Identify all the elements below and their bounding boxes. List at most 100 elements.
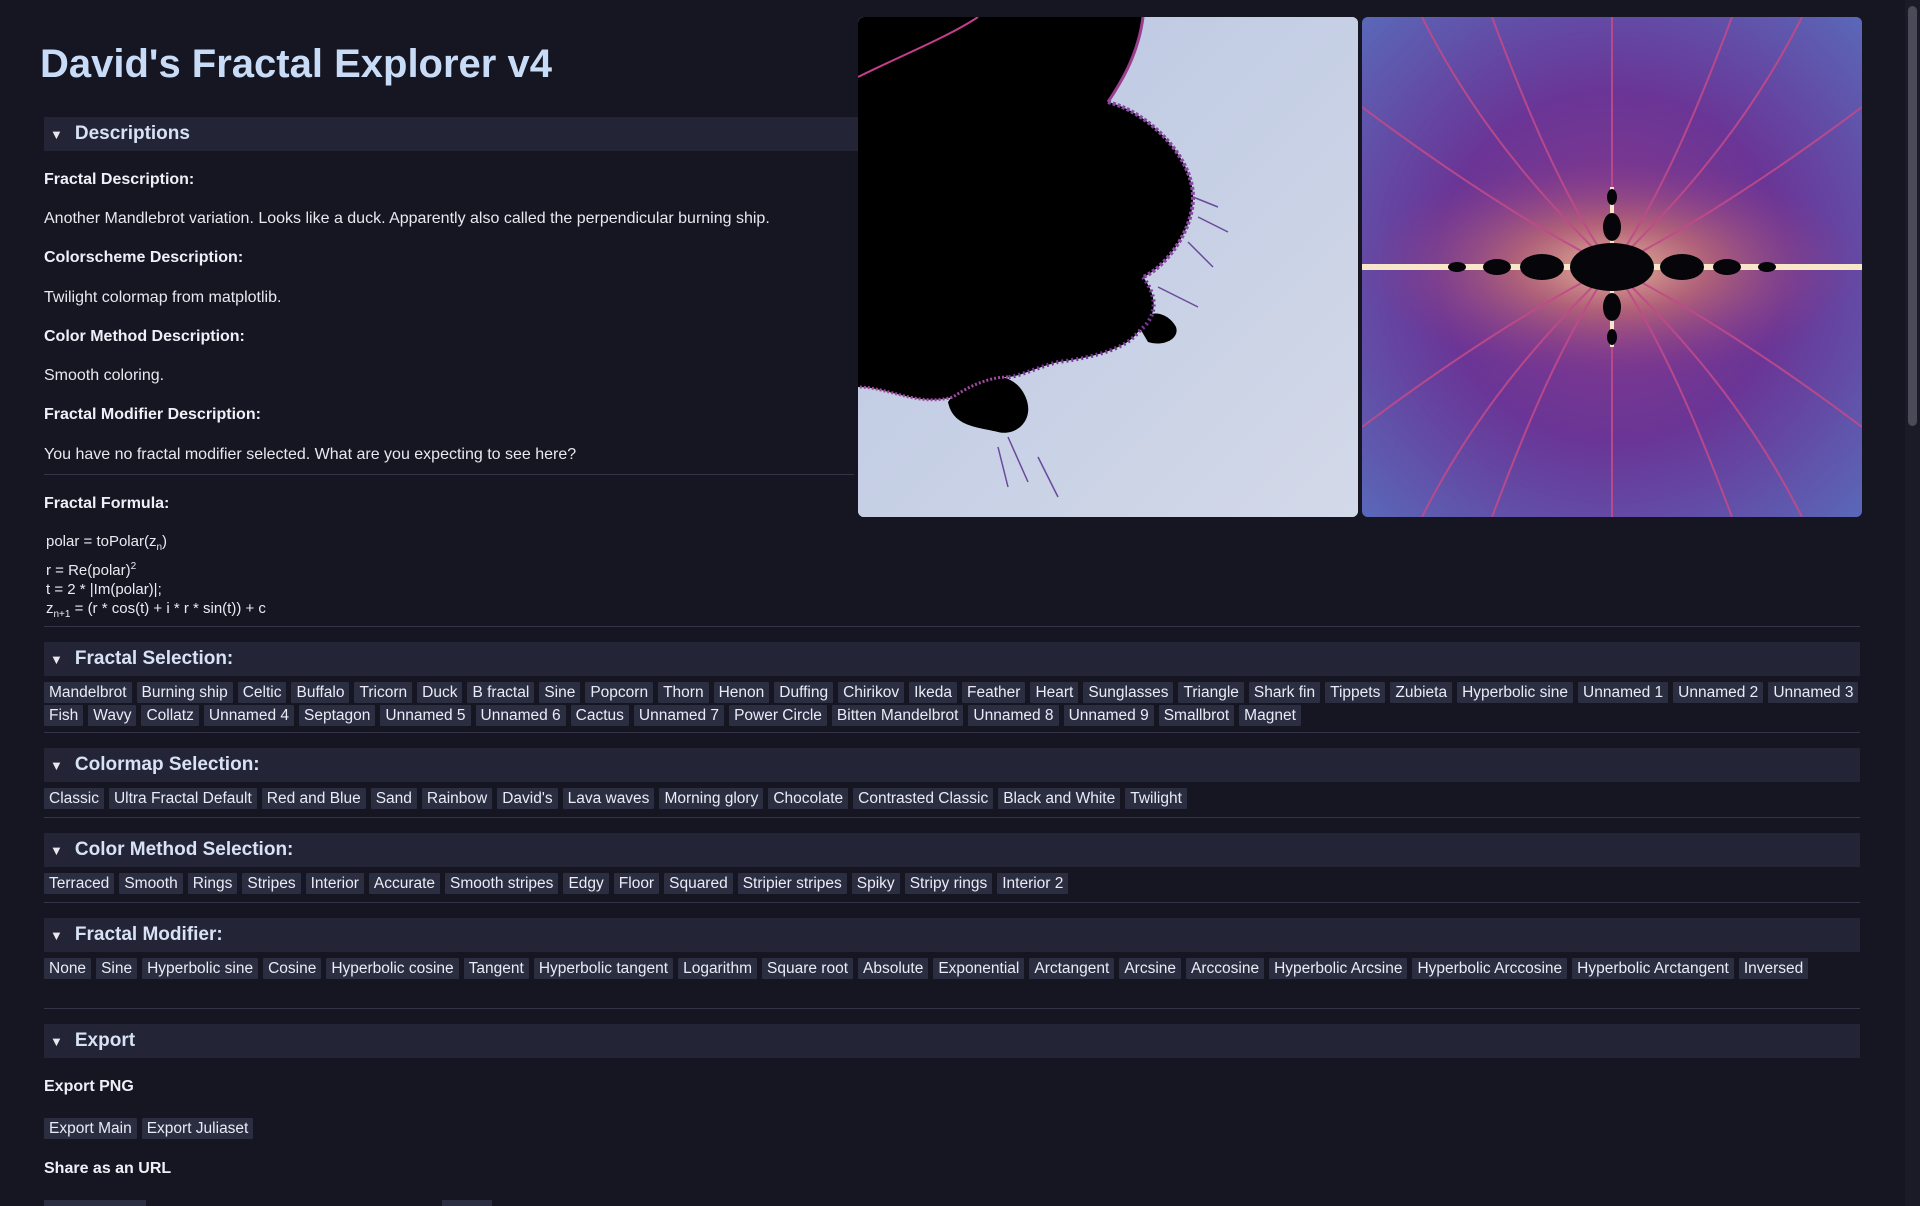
fractal-button-burning-ship[interactable]: Burning ship — [136, 682, 233, 703]
fractal-button-henon[interactable]: Henon — [713, 682, 770, 703]
modifier-button-cosine[interactable]: Cosine — [263, 958, 322, 979]
share-url-field[interactable] — [44, 1200, 146, 1206]
fractal-button-unnamed-9[interactable]: Unnamed 9 — [1063, 705, 1154, 726]
copy-url-button[interactable] — [442, 1200, 492, 1206]
fractal-button-tricorn[interactable]: Tricorn — [354, 682, 413, 703]
fractal-button-unnamed-1[interactable]: Unnamed 1 — [1578, 682, 1669, 703]
vertical-scrollbar[interactable] — [1905, 0, 1920, 1206]
color-method-button-accurate[interactable]: Accurate — [368, 873, 441, 894]
color-method-button-terraced[interactable]: Terraced — [44, 873, 115, 894]
color-method-button-spiky[interactable]: Spiky — [851, 873, 900, 894]
modifier-button-hyperbolic-cosine[interactable]: Hyperbolic cosine — [326, 958, 459, 979]
color-method-button-interior[interactable]: Interior — [305, 873, 364, 894]
modifier-button-arctangent[interactable]: Arctangent — [1029, 958, 1115, 979]
fractal-button-chirikov[interactable]: Chirikov — [838, 682, 905, 703]
page: David's Fractal Explorer v4 ▼ Descriptio… — [0, 0, 1905, 1206]
fractal-button-sine[interactable]: Sine — [539, 682, 581, 703]
color-method-button-floor[interactable]: Floor — [613, 873, 660, 894]
modifier-button-absolute[interactable]: Absolute — [858, 958, 929, 979]
modifier-button-none[interactable]: None — [44, 958, 92, 979]
fractal-button-unnamed-8[interactable]: Unnamed 8 — [968, 705, 1059, 726]
color-method-button-rings[interactable]: Rings — [187, 873, 238, 894]
color-method-button-stripier-stripes[interactable]: Stripier stripes — [737, 873, 847, 894]
fractal-button-power-circle[interactable]: Power Circle — [729, 705, 827, 726]
descriptions-header[interactable]: ▼ Descriptions — [44, 117, 858, 151]
modifier-button-hyperbolic-arctangent[interactable]: Hyperbolic Arctangent — [1572, 958, 1734, 979]
fractal-button-hyperbolic-sine[interactable]: Hyperbolic sine — [1457, 682, 1574, 703]
fractal-button-b-fractal[interactable]: B fractal — [467, 682, 535, 703]
fractal-button-thorn[interactable]: Thorn — [658, 682, 709, 703]
fractal-button-buffalo[interactable]: Buffalo — [291, 682, 350, 703]
fractal-button-shark-fin[interactable]: Shark fin — [1248, 682, 1321, 703]
fractal-button-magnet[interactable]: Magnet — [1239, 705, 1301, 726]
fractal-button-smallbrot[interactable]: Smallbrot — [1158, 705, 1235, 726]
scrollbar-thumb[interactable] — [1908, 6, 1917, 426]
fractal-button-unnamed-6[interactable]: Unnamed 6 — [475, 705, 566, 726]
color-method-button-squared[interactable]: Squared — [664, 873, 733, 894]
fractal-button-unnamed-2[interactable]: Unnamed 2 — [1673, 682, 1764, 703]
fractal-button-septagon[interactable]: Septagon — [299, 705, 376, 726]
modifier-button-square-root[interactable]: Square root — [762, 958, 854, 979]
colormap-selection-header[interactable]: ▼ Colormap Selection: — [44, 748, 1860, 782]
colormap-button-twilight[interactable]: Twilight — [1125, 788, 1187, 809]
fractal-button-fish[interactable]: Fish — [44, 705, 84, 726]
export-juliaset-button[interactable]: Export Juliaset — [141, 1118, 254, 1139]
main-fractal-canvas[interactable] — [858, 17, 1358, 517]
colormap-button-contrasted-classic[interactable]: Contrasted Classic — [853, 788, 994, 809]
colormap-button-david-s[interactable]: David's — [497, 788, 558, 809]
fractal-selection-header[interactable]: ▼ Fractal Selection: — [44, 642, 1860, 676]
export-header[interactable]: ▼ Export — [44, 1024, 1860, 1058]
colormap-button-lava-waves[interactable]: Lava waves — [562, 788, 655, 809]
fractal-button-feather[interactable]: Feather — [962, 682, 1026, 703]
fractal-button-unnamed-7[interactable]: Unnamed 7 — [633, 705, 725, 726]
fractal-button-ikeda[interactable]: Ikeda — [909, 682, 958, 703]
modifier-button-exponential[interactable]: Exponential — [933, 958, 1025, 979]
fractal-button-bitten-mandelbrot[interactable]: Bitten Mandelbrot — [831, 705, 964, 726]
colormap-button-classic[interactable]: Classic — [44, 788, 104, 809]
fractal-button-collatz[interactable]: Collatz — [141, 705, 199, 726]
color-method-button-stripes[interactable]: Stripes — [242, 873, 301, 894]
fractal-button-wavy[interactable]: Wavy — [88, 705, 137, 726]
colormap-button-red-and-blue[interactable]: Red and Blue — [261, 788, 366, 809]
modifier-button-hyperbolic-tangent[interactable]: Hyperbolic tangent — [533, 958, 674, 979]
modifier-button-hyperbolic-arcsine[interactable]: Hyperbolic Arcsine — [1269, 958, 1408, 979]
fractal-button-tippets[interactable]: Tippets — [1325, 682, 1386, 703]
export-buttons: Export Main Export Juliaset — [44, 1118, 258, 1141]
julia-set-canvas[interactable] — [1362, 17, 1862, 517]
fractal-button-unnamed-4[interactable]: Unnamed 4 — [203, 705, 295, 726]
fractal-button-duffing[interactable]: Duffing — [774, 682, 834, 703]
export-main-button[interactable]: Export Main — [44, 1118, 137, 1139]
modifier-button-tangent[interactable]: Tangent — [463, 958, 529, 979]
fractal-button-sunglasses[interactable]: Sunglasses — [1083, 682, 1174, 703]
fractal-button-celtic[interactable]: Celtic — [237, 682, 287, 703]
colormap-button-rainbow[interactable]: Rainbow — [421, 788, 493, 809]
modifier-button-inversed[interactable]: Inversed — [1738, 958, 1809, 979]
fractal-button-duck[interactable]: Duck — [417, 682, 463, 703]
fractal-button-cactus[interactable]: Cactus — [570, 705, 629, 726]
color-method-selection-header[interactable]: ▼ Color Method Selection: — [44, 833, 1860, 867]
fractal-button-heart[interactable]: Heart — [1030, 682, 1079, 703]
fractal-button-zubieta[interactable]: Zubieta — [1390, 682, 1453, 703]
colormap-button-black-and-white[interactable]: Black and White — [998, 788, 1121, 809]
color-method-button-edgy[interactable]: Edgy — [563, 873, 609, 894]
fractal-button-unnamed-5[interactable]: Unnamed 5 — [380, 705, 471, 726]
modifier-button-sine[interactable]: Sine — [96, 958, 138, 979]
fractal-button-mandelbrot[interactable]: Mandelbrot — [44, 682, 132, 703]
modifier-button-arcsine[interactable]: Arcsine — [1119, 958, 1182, 979]
fractal-modifier-header[interactable]: ▼ Fractal Modifier: — [44, 918, 1860, 952]
colormap-button-morning-glory[interactable]: Morning glory — [659, 788, 764, 809]
color-method-button-smooth[interactable]: Smooth — [119, 873, 183, 894]
color-method-button-smooth-stripes[interactable]: Smooth stripes — [445, 873, 559, 894]
modifier-button-hyperbolic-arccosine[interactable]: Hyperbolic Arccosine — [1412, 958, 1568, 979]
modifier-button-hyperbolic-sine[interactable]: Hyperbolic sine — [142, 958, 259, 979]
colormap-button-chocolate[interactable]: Chocolate — [768, 788, 849, 809]
modifier-button-logarithm[interactable]: Logarithm — [678, 958, 758, 979]
colormap-button-sand[interactable]: Sand — [370, 788, 417, 809]
colormap-button-ultra-fractal-default[interactable]: Ultra Fractal Default — [108, 788, 257, 809]
fractal-button-triangle[interactable]: Triangle — [1178, 682, 1244, 703]
color-method-button-stripy-rings[interactable]: Stripy rings — [904, 873, 993, 894]
fractal-button-popcorn[interactable]: Popcorn — [585, 682, 654, 703]
color-method-button-interior-2[interactable]: Interior 2 — [997, 873, 1069, 894]
modifier-button-arccosine[interactable]: Arccosine — [1186, 958, 1265, 979]
fractal-button-unnamed-3[interactable]: Unnamed 3 — [1768, 682, 1859, 703]
